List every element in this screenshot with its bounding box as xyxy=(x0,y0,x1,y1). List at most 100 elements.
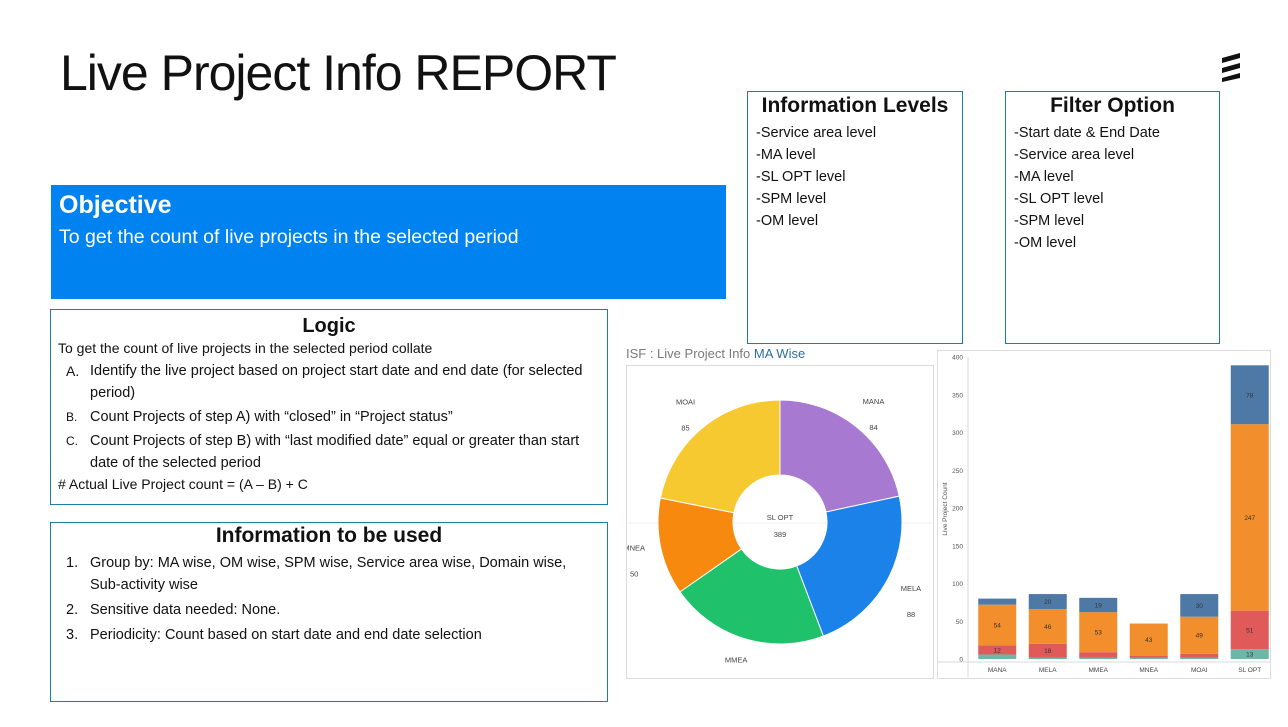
item-marker: 3. xyxy=(66,627,79,643)
bar-value-label: 43 xyxy=(1145,637,1153,644)
bar-segment xyxy=(1079,652,1118,658)
information-used-heading: Information to be used xyxy=(215,524,443,547)
y-tick-label: 250 xyxy=(952,468,963,475)
list-item: -SPM level xyxy=(756,191,827,207)
objective-heading: Objective xyxy=(59,191,172,219)
logic-panel: Logic To get the count of live projects … xyxy=(50,309,608,505)
x-tick-label: MANA xyxy=(988,667,1007,674)
step-marker: A. xyxy=(66,363,80,379)
bar-value-label: 46 xyxy=(1044,624,1052,631)
chart-title-highlight: MA Wise xyxy=(753,346,806,361)
chart-title-prefix: ISF : Live Project Info xyxy=(626,346,751,361)
list-item: -SPM level xyxy=(1014,213,1085,229)
objective-panel: Objective To get the count of live proje… xyxy=(51,185,726,299)
bar-value-label: 51 xyxy=(1246,627,1254,634)
y-tick-label: 150 xyxy=(952,543,963,550)
bar-value-label: 12 xyxy=(994,647,1002,654)
slice-label: MMEA xyxy=(725,655,748,664)
item-text: Group by: MA wise, OM wise, SPM wise, Se… xyxy=(90,555,567,593)
filter-option-panel: Filter Option -Start date & End Date -Se… xyxy=(1005,91,1220,344)
list-item: A. Identify the live project based on pr… xyxy=(66,360,600,404)
objective-text: To get the count of live projects in the… xyxy=(59,226,519,248)
information-used-list: 1. Group by: MA wise, OM wise, SPM wise,… xyxy=(66,552,600,646)
brand-logo-icon xyxy=(1222,53,1240,82)
x-tick-label: MELA xyxy=(1039,667,1057,674)
slice-value-label: 84 xyxy=(869,423,877,432)
slice-value-label: 88 xyxy=(907,610,915,619)
bar-segment xyxy=(1028,657,1067,659)
bar-value-label: 78 xyxy=(1246,392,1254,399)
item-marker: 1. xyxy=(66,555,79,571)
list-item: -SL OPT level xyxy=(756,169,846,185)
bar-segment xyxy=(978,654,1017,659)
item-text: Periodicity: Count based on start date a… xyxy=(90,627,482,643)
logic-formula: # Actual Live Project count = (A – B) + … xyxy=(58,476,308,492)
step-marker: B. xyxy=(66,410,78,424)
slice-label: MNEA xyxy=(627,543,645,552)
filter-option-list: -Start date & End Date -Service area lev… xyxy=(1014,122,1219,254)
step-marker: C. xyxy=(66,434,78,448)
y-tick-label: 400 xyxy=(952,355,963,362)
information-levels-list: -Service area level -MA level -SL OPT le… xyxy=(756,122,962,232)
item-text: Sensitive data needed: None. xyxy=(90,602,281,618)
donut-chart-panel: MANA84MELA88MMEA82MNEA50MOAI85SL OPT389 xyxy=(623,365,934,690)
stacked-bar-chart-panel: 0 50 100 150 200 250 300 350 400 Live Project Cou… xyxy=(937,350,1271,679)
bar-value-label: 30 xyxy=(1196,603,1204,610)
bar-value-label: 20 xyxy=(1044,599,1052,606)
donut-slice-mana xyxy=(779,399,900,513)
step-text: Count Projects of step B) with “last mod… xyxy=(90,433,580,471)
slice-label: MANA xyxy=(863,397,885,406)
bar-segment xyxy=(1129,655,1168,658)
bar-value-label: 49 xyxy=(1196,633,1204,640)
page-title: Live Project Info REPORT xyxy=(60,45,617,101)
bar-segment xyxy=(978,598,1017,605)
x-tick-label: MOAI xyxy=(1191,667,1208,674)
bar-value-label: 18 xyxy=(1044,648,1052,655)
step-text: Count Projects of step A) with “closed” … xyxy=(90,409,453,425)
slice-value-label: 85 xyxy=(681,424,689,433)
bar-value-label: 19 xyxy=(1095,603,1103,610)
slice-label: MOAI xyxy=(676,398,695,407)
x-tick-label: MMEA xyxy=(1089,667,1109,674)
y-tick-label: 200 xyxy=(952,506,963,513)
slice-label: MELA xyxy=(901,584,921,593)
list-item: -OM level xyxy=(1014,235,1077,251)
donut-center-value: 389 xyxy=(774,530,787,539)
list-item: -SL OPT level xyxy=(1014,191,1104,207)
bar-value-label: 247 xyxy=(1244,515,1255,522)
donut-chart: MANA84MELA88MMEA82MNEA50MOAI85SL OPT389 xyxy=(623,397,933,690)
list-item: -Service area level xyxy=(756,125,877,141)
list-item: C. Count Projects of step B) with “last … xyxy=(66,430,600,474)
logic-intro: To get the count of live projects in the… xyxy=(58,340,433,356)
bar-value-label: 54 xyxy=(994,623,1002,630)
list-item: -MA level xyxy=(1014,169,1074,185)
list-item: 2. Sensitive data needed: None. xyxy=(66,599,600,621)
y-tick-label: 350 xyxy=(952,392,963,399)
donut-center-label: SL OPT xyxy=(767,513,794,522)
x-tick-label: MNEA xyxy=(1139,667,1158,674)
filter-option-heading: Filter Option xyxy=(1050,94,1175,117)
information-levels-panel: Information Levels -Service area level -… xyxy=(747,91,963,344)
y-tick-label: 50 xyxy=(956,619,964,626)
list-item: -Service area level xyxy=(1014,147,1135,163)
list-item: -Start date & End Date xyxy=(1014,125,1160,141)
stacked-bar-chart: 0 50 100 150 200 250 300 350 400 Live Project Cou… xyxy=(938,355,1270,677)
bar-value-label: 13 xyxy=(1246,652,1254,659)
y-axis-label: Live Project Count xyxy=(942,482,949,535)
logic-heading: Logic xyxy=(302,315,356,337)
y-tick-label: 0 xyxy=(959,657,963,664)
step-text: Identify the live project based on proje… xyxy=(90,363,583,401)
item-marker: 2. xyxy=(66,602,79,618)
list-item: B. Count Projects of step A) with “close… xyxy=(66,406,600,428)
donut-slice-moai xyxy=(659,399,781,514)
bar-segment xyxy=(1129,657,1168,659)
list-item: -OM level xyxy=(756,213,819,229)
information-levels-heading: Information Levels xyxy=(761,94,949,117)
information-used-panel: Information to be used 1. Group by: MA w… xyxy=(50,522,608,702)
logic-steps: A. Identify the live project based on pr… xyxy=(66,360,600,474)
list-item: 1. Group by: MA wise, OM wise, SPM wise,… xyxy=(66,552,600,596)
bar-segment xyxy=(1180,657,1219,659)
chart-title: ISF : Live Project Info MA Wise xyxy=(626,346,805,361)
list-item: -MA level xyxy=(756,147,816,163)
y-tick-label: 300 xyxy=(952,430,963,437)
